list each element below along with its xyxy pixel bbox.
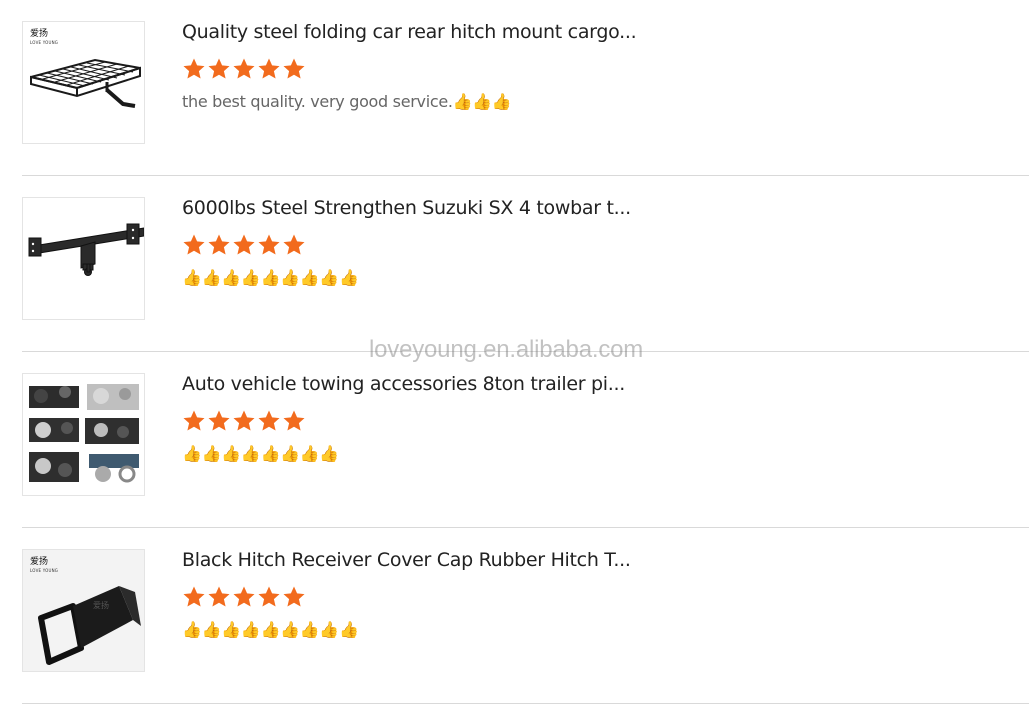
review-item: 6000lbs Steel Strengthen Suzuki SX 4 tow… [22,176,1029,352]
product-thumbnail-hitch-cover[interactable]: 爱扬 LOVE YOUNG 爱扬 [22,549,145,672]
star-icon [207,585,231,609]
product-title[interactable]: Quality steel folding car rear hitch mou… [182,20,637,44]
review-item: 爱扬 LOVE YOUNG Quality steel folding car … [22,0,1029,176]
brand-mark: 爱扬 [30,557,49,567]
star-icon [182,57,206,81]
product-thumbnail-towing-accessories[interactable] [22,373,145,496]
star-icon [207,57,231,81]
review-comment: 👍👍👍👍👍👍👍👍👍 [182,268,359,287]
star-icon [207,409,231,433]
star-icon [232,585,256,609]
star-icon [182,409,206,433]
review-comment: the best quality. very good service.👍👍👍 [182,92,512,111]
brand-sub: LOVE YOUNG [30,568,59,573]
star-icon [257,409,281,433]
star-rating [182,57,306,81]
star-icon [257,233,281,257]
review-comment: 👍👍👍👍👍👍👍👍👍 [182,620,359,639]
product-thumbnail-cargo-basket[interactable]: 爱扬 LOVE YOUNG [22,21,145,144]
star-icon [207,233,231,257]
review-list: 爱扬 LOVE YOUNG Quality steel folding car … [0,0,1029,704]
star-icon [282,57,306,81]
product-title[interactable]: Auto vehicle towing accessories 8ton tra… [182,372,625,396]
brand-sub: LOVE YOUNG [30,40,59,45]
review-item: Auto vehicle towing accessories 8ton tra… [22,352,1029,528]
product-title[interactable]: Black Hitch Receiver Cover Cap Rubber Hi… [182,548,631,572]
star-rating [182,409,306,433]
star-icon [232,57,256,81]
star-icon [232,233,256,257]
star-icon [182,585,206,609]
review-item: 爱扬 LOVE YOUNG 爱扬 Black Hitch Receiver Co… [22,528,1029,704]
star-icon [282,409,306,433]
star-rating [182,233,306,257]
svg-text:爱扬: 爱扬 [93,600,109,610]
star-icon [257,585,281,609]
star-icon [232,409,256,433]
review-comment: 👍👍👍👍👍👍👍👍 [182,444,339,463]
star-rating [182,585,306,609]
star-icon [282,233,306,257]
towbar-image [28,223,144,276]
towing-accessories-image [29,384,139,483]
star-icon [182,233,206,257]
star-icon [257,57,281,81]
brand-mark: 爱扬 [30,29,49,39]
star-icon [282,585,306,609]
product-thumbnail-towbar[interactable] [22,197,145,320]
product-title[interactable]: 6000lbs Steel Strengthen Suzuki SX 4 tow… [182,196,631,220]
